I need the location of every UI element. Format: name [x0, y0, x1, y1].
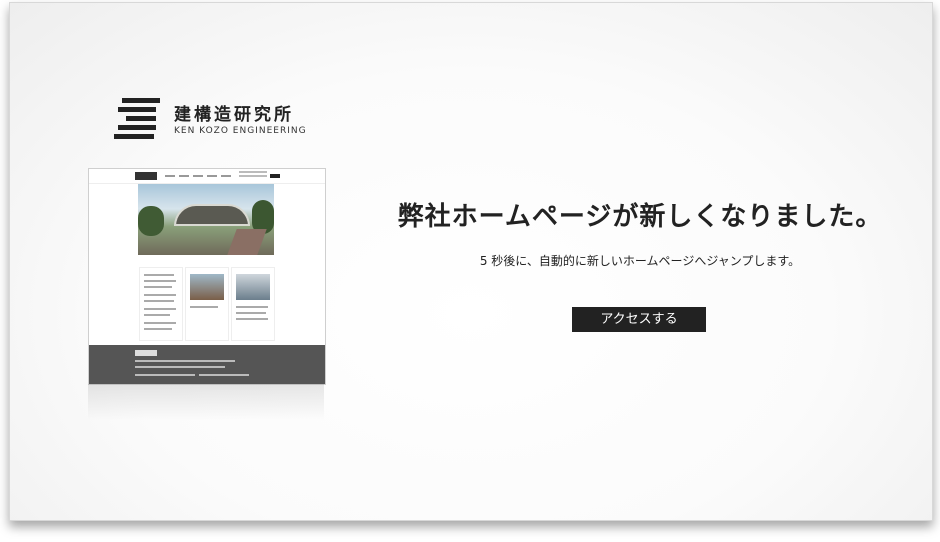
site-logo: 建構造研究所 KEN KOZO ENGINEERING — [114, 98, 307, 142]
preview-news-column — [139, 267, 183, 341]
preview-footer — [89, 345, 325, 384]
preview-reflection — [88, 384, 324, 420]
page-frame: 建構造研究所 KEN KOZO ENGINEERING 弊社ホームページが新しく… — [9, 2, 933, 521]
access-button[interactable]: アクセスする — [572, 307, 706, 332]
logo-name-jp: 建構造研究所 — [174, 105, 294, 125]
preview-works-column — [185, 267, 229, 341]
logo-name-en: KEN KOZO ENGINEERING — [174, 126, 307, 136]
preview-logo — [135, 172, 157, 180]
striped-logo-icon — [114, 98, 160, 142]
preview-hero-photo — [138, 184, 274, 255]
preview-header — [89, 169, 325, 184]
preview-events-column — [231, 267, 275, 341]
new-homepage-preview-image — [88, 168, 326, 385]
preview-button — [270, 174, 280, 178]
renewal-headline: 弊社ホームページが新しくなりました。 — [397, 202, 883, 232]
redirect-notice: 5 秒後に、自動的に新しいホームページへジャンプします。 — [479, 254, 801, 268]
